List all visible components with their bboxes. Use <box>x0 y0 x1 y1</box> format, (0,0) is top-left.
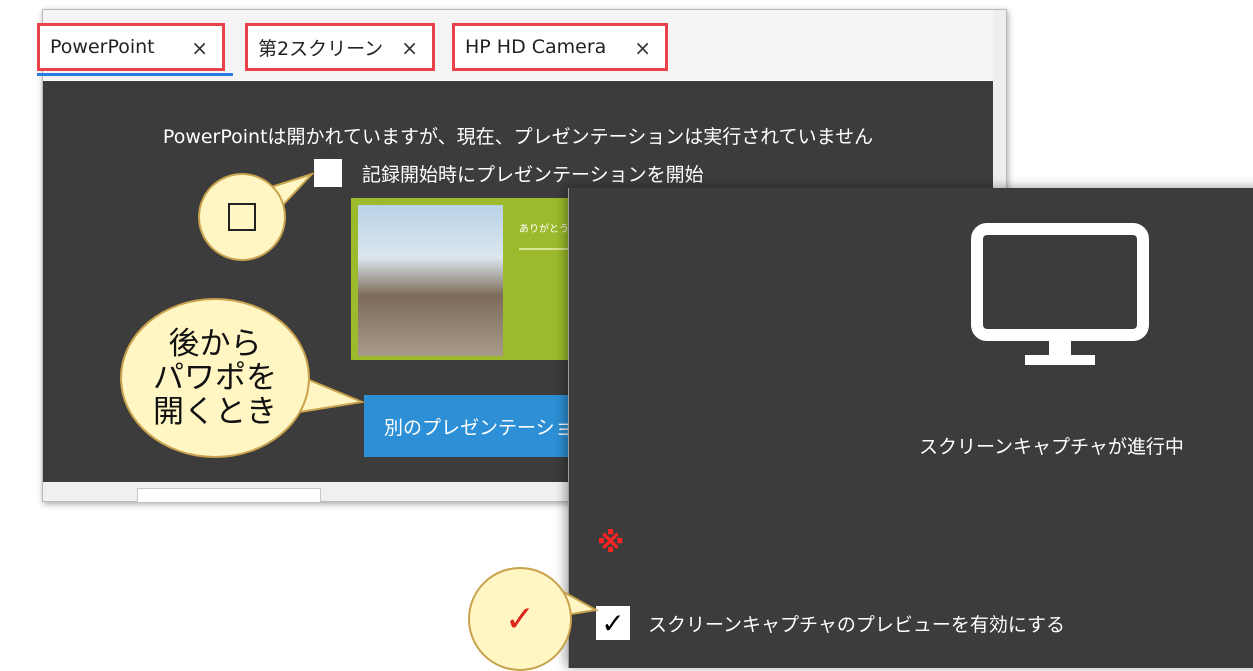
callout-line-2: パワポを <box>153 359 277 396</box>
callout-line-1: 後から <box>168 325 262 362</box>
callout-line-3: 開くとき <box>153 394 277 431</box>
callout-checkbox <box>198 173 286 261</box>
callout-check: ✓ <box>468 567 572 671</box>
callout-check-icon: ✓ <box>504 598 536 640</box>
callout-checkbox-symbol <box>228 203 256 231</box>
callout-open-later: 後から パワポを 開くとき <box>120 298 310 458</box>
